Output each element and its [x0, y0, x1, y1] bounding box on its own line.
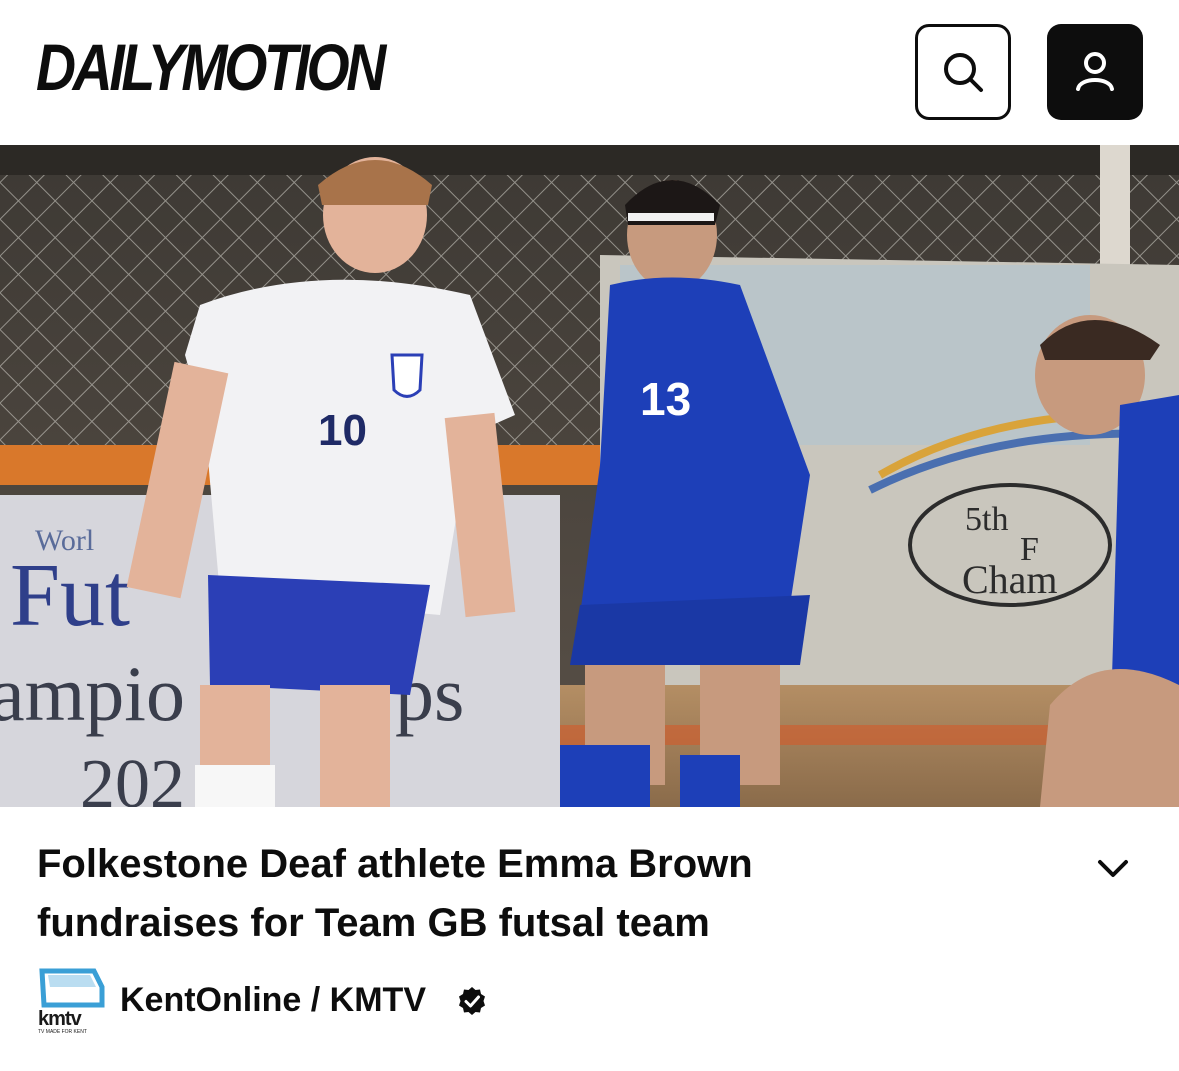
avatar-text: kmtv — [38, 1008, 83, 1030]
video-thumbnail[interactable]: Worl D Fut ampio ps 202 5th F Cham 13 — [0, 145, 1179, 807]
banner-text-6: 202 — [80, 746, 185, 807]
user-icon — [1076, 52, 1114, 91]
search-icon — [944, 53, 983, 92]
futsal-match-image: Worl D Fut ampio ps 202 5th F Cham 13 — [0, 145, 1179, 807]
chevron-down-icon[interactable] — [1090, 845, 1136, 891]
channel-name[interactable]: KentOnline / KMTV — [120, 981, 426, 1020]
search-button[interactable] — [915, 24, 1011, 120]
banner-text-4: ampio — [0, 650, 185, 737]
video-info: Folkestone Deaf athlete Emma Brown fundr… — [0, 807, 1179, 957]
banner-text-3: Fut — [10, 546, 130, 645]
top-header: DAILYMOTION — [0, 0, 1179, 145]
player-number-13: 13 — [640, 373, 691, 425]
video-title: Folkestone Deaf athlete Emma Brown fundr… — [37, 842, 753, 945]
channel-avatar[interactable]: kmtv TV MADE FOR KENT — [36, 965, 106, 1035]
account-button[interactable] — [1047, 24, 1143, 120]
banner-text-9: Cham — [962, 557, 1058, 602]
channel-info: kmtv TV MADE FOR KENT KentOnline / KMTV — [0, 957, 1179, 1047]
dailymotion-logo[interactable]: DAILYMOTION — [36, 34, 386, 100]
verified-badge-icon — [459, 987, 485, 1015]
player-number-10: 10 — [318, 406, 367, 455]
banner-text-7: 5th — [965, 501, 1008, 538]
avatar-subtext: TV MADE FOR KENT — [38, 1029, 87, 1035]
